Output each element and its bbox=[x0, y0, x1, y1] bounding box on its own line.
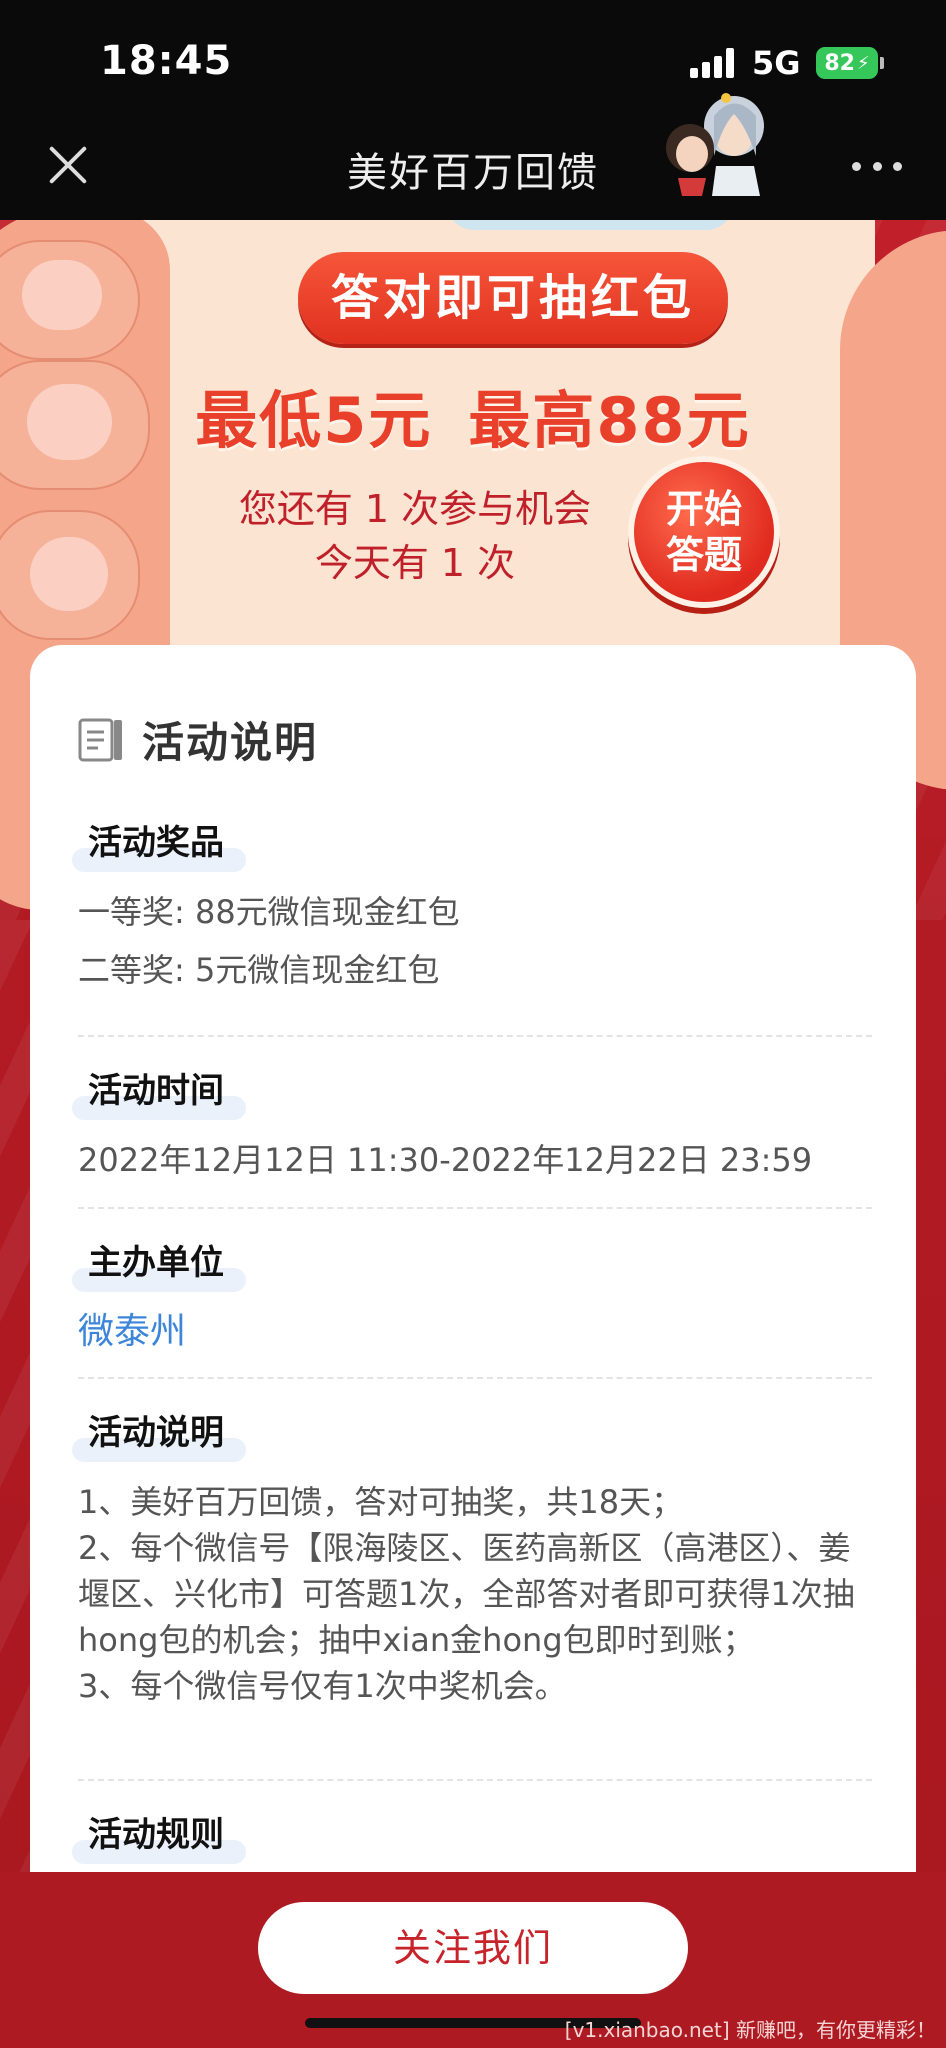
prize-first: 一等奖: 88元微信现金红包 bbox=[78, 893, 460, 931]
max-prize: 最高88元 bbox=[468, 384, 751, 457]
section-heading: 主办单位 bbox=[72, 1235, 246, 1292]
prize-second: 二等奖: 5元微信现金红包 bbox=[78, 951, 440, 989]
section-description: 活动说明 1、美好百万回馈，答对可抽奖，共18天； 2、每个微信号【限海陵区、医… bbox=[72, 1405, 872, 1709]
organizer-link[interactable]: 微泰州 bbox=[78, 1303, 872, 1361]
section-heading: 活动时间 bbox=[72, 1063, 246, 1120]
watermark-text: [v1.xianbao.net] 新赚吧，有你更精彩！ bbox=[564, 2018, 936, 2042]
start-label-1: 开始 bbox=[665, 487, 742, 531]
card-title: 活动说明 bbox=[142, 718, 319, 767]
activity-info-card: 活动说明 活动奖品 一等奖: 88元微信现金红包 二等奖: 5元微信现金红包 活… bbox=[30, 645, 916, 2045]
divider bbox=[78, 1035, 872, 1037]
prize-range: 最低5元 最高88元 bbox=[0, 370, 946, 460]
section-rules: 活动规则 bbox=[72, 1807, 872, 1867]
description-item: 3、每个微信号仅有1次中奖机会。 bbox=[78, 1667, 567, 1705]
start-label-2: 答题 bbox=[665, 533, 742, 577]
document-icon bbox=[78, 718, 122, 761]
chance-today: 今天有 1 次 bbox=[314, 541, 516, 585]
divider bbox=[78, 1207, 872, 1209]
network-label: 5G bbox=[752, 44, 801, 82]
card-header: 活动说明 bbox=[78, 709, 318, 770]
battery-icon: 82 ⚡ bbox=[816, 47, 884, 79]
divider bbox=[78, 1779, 872, 1781]
description-item: 1、美好百万回馈，答对可抽奖，共18天； bbox=[78, 1483, 684, 1521]
prize-headline-pill: 答对即可抽红包 bbox=[298, 252, 728, 344]
status-time: 18:45 bbox=[100, 38, 233, 84]
page: 18:45 5G 82 ⚡ 美好百万回馈 答对即可抽红包 最低5元 最高88元 … bbox=[0, 0, 946, 2048]
section-organizer: 主办单位 微泰州 bbox=[72, 1235, 872, 1361]
section-heading: 活动奖品 bbox=[72, 815, 246, 872]
description-item: 2、每个微信号【限海陵区、医药高新区（高港区）、姜堰区、兴化市】可答题1次，全部… bbox=[78, 1529, 855, 1659]
signal-icon bbox=[690, 48, 738, 78]
section-prizes: 活动奖品 一等奖: 88元微信现金红包 二等奖: 5元微信现金红包 bbox=[72, 815, 872, 999]
battery-level: 82 bbox=[824, 50, 855, 76]
section-time: 活动时间 2022年12月12日 11:30-2022年12月22日 23:59 bbox=[72, 1063, 872, 1189]
chance-remaining: 您还有 1 次参与机会 bbox=[238, 487, 592, 531]
section-heading: 活动规则 bbox=[72, 1807, 246, 1864]
mascot-avatar bbox=[666, 93, 764, 196]
start-quiz-button[interactable]: 开始 答题 bbox=[628, 456, 780, 616]
page-title: 美好百万回馈 bbox=[347, 150, 599, 196]
section-heading: 活动说明 bbox=[72, 1405, 246, 1462]
chance-info: 您还有 1 次参与机会 今天有 1 次 bbox=[210, 482, 620, 590]
divider bbox=[78, 1377, 872, 1379]
follow-us-button[interactable]: 关注我们 bbox=[258, 1902, 688, 1994]
more-options-icon[interactable] bbox=[852, 162, 902, 174]
activity-time: 2022年12月12日 11:30-2022年12月22日 23:59 bbox=[78, 1141, 813, 1179]
top-bar: 18:45 5G 82 ⚡ 美好百万回馈 bbox=[0, 0, 946, 220]
min-prize: 最低5元 bbox=[195, 384, 433, 457]
